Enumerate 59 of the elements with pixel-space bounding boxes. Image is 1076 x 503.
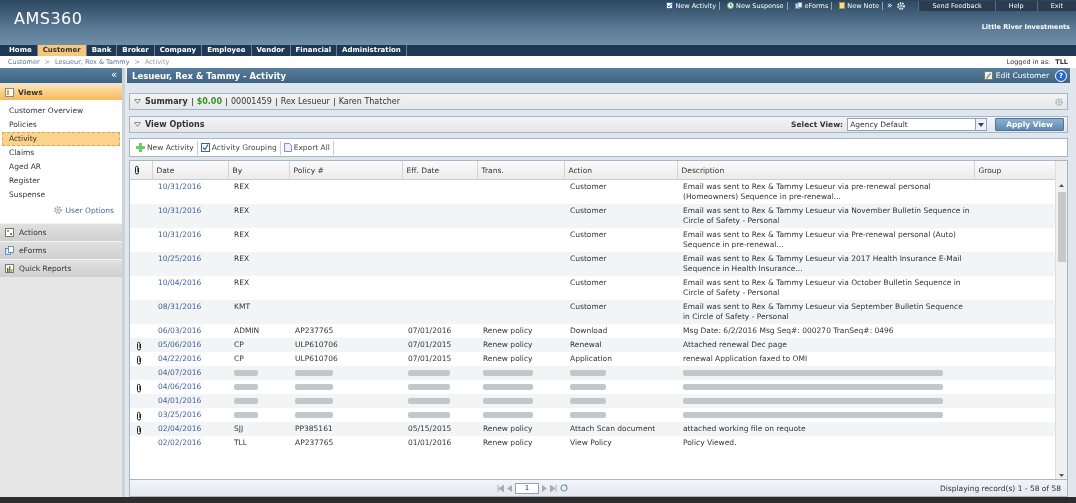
app-logo: AMS360	[13, 8, 83, 30]
contact-name: Rex Lesueur	[280, 97, 330, 106]
plus-icon	[136, 143, 145, 152]
redacted-text	[234, 370, 258, 376]
redacted-text	[570, 384, 606, 390]
more-link[interactable]: »	[886, 1, 893, 10]
attachment-column-header[interactable]	[130, 161, 152, 180]
scroll-up-icon	[1059, 183, 1064, 187]
redacted-text	[234, 384, 258, 390]
page-title: Lesueur, Rex & Tammy - Activity	[132, 70, 287, 81]
collapse-button[interactable]: «	[0, 68, 122, 83]
redacted-text	[570, 412, 606, 418]
contact-name: Karen Thatcher	[338, 97, 401, 106]
redacted-text	[408, 398, 450, 404]
note-icon	[839, 2, 846, 9]
redacted-text	[408, 412, 450, 418]
scroll-down-icon	[1059, 473, 1064, 477]
balance-amount: $0.00	[196, 97, 222, 106]
panel-icon	[5, 88, 14, 97]
scrollbar[interactable]	[1055, 161, 1067, 479]
documents-icon	[5, 246, 14, 255]
redacted-text	[483, 384, 533, 390]
gear-icon	[896, 0, 907, 11]
redacted-text	[570, 370, 606, 376]
summary-label: Summary	[145, 97, 188, 106]
redacted-text	[483, 398, 533, 404]
first-page-icon	[497, 484, 504, 492]
next-page-icon	[542, 484, 547, 492]
checkbox-icon	[666, 2, 674, 9]
redacted-text	[483, 412, 533, 418]
previous-page-icon	[507, 484, 512, 492]
redacted-text	[483, 370, 533, 376]
redacted-text	[408, 384, 450, 390]
view-options-label: View Options	[145, 120, 205, 129]
dropdown-caret-icon	[978, 122, 985, 127]
clock-icon	[727, 2, 734, 9]
paperclip-icon	[134, 165, 140, 175]
customer-number: 00001459	[231, 97, 272, 106]
redacted-text	[570, 398, 606, 404]
document-icon	[283, 143, 292, 152]
checkbox-icon	[200, 143, 210, 152]
gear-icon	[52, 205, 63, 215]
redacted-text	[234, 412, 258, 418]
tasks-icon	[5, 228, 14, 237]
edit-icon	[983, 71, 993, 80]
redacted-text	[408, 370, 450, 376]
last-page-icon	[550, 484, 557, 492]
redacted-text	[234, 398, 258, 404]
redacted-text	[295, 370, 333, 376]
redacted-text	[295, 412, 333, 418]
collapse-triangle-icon	[134, 122, 141, 127]
redacted-text	[295, 398, 333, 404]
redacted-text	[295, 384, 333, 390]
gear-icon	[1054, 96, 1064, 107]
documents-icon	[794, 2, 803, 9]
refresh-icon	[560, 484, 568, 492]
scrollbar-thumb[interactable]	[1057, 192, 1066, 262]
collapse-triangle-icon	[134, 99, 141, 104]
bar-chart-icon	[5, 264, 14, 273]
